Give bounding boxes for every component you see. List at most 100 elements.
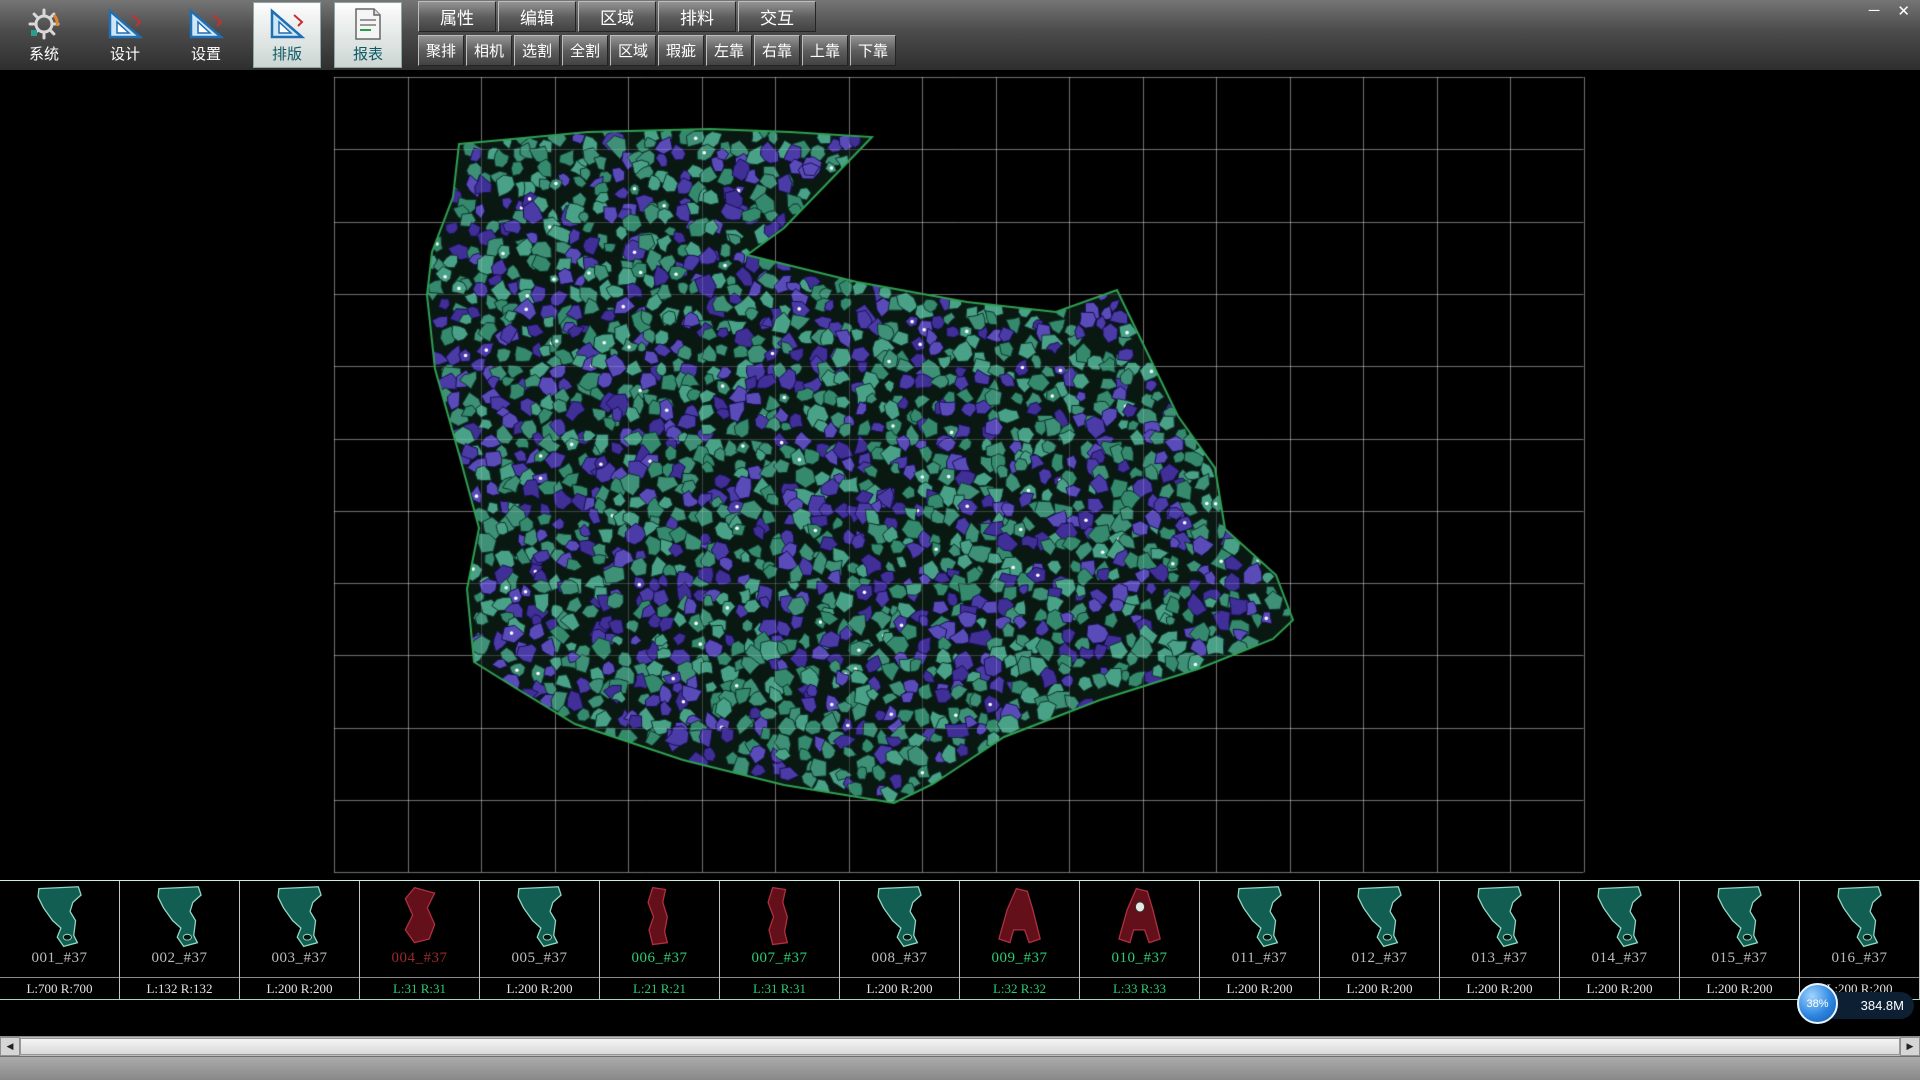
tool-button-defect[interactable]: 瑕疵 (658, 35, 704, 66)
piece-name: 008_#37 (872, 950, 928, 969)
nav-button-report[interactable]: 报表 (334, 2, 402, 68)
piece-lr-label: L:32 R:32 (960, 977, 1079, 999)
piece-name: 006_#37 (632, 950, 688, 969)
nav-button-label: 报表 (353, 43, 383, 64)
thumbnail-cell[interactable]: 013_#37L:200 R:200 (1440, 881, 1560, 999)
piece-name: 009_#37 (992, 950, 1048, 969)
thumbnail-cell[interactable]: 001_#37 L:700 R:700 (0, 881, 120, 999)
thumbnail-cell[interactable]: 015_#37 L:200 R:200 (1680, 881, 1800, 999)
thumbnail-cell[interactable]: 009_#37 L:32 R:32 (960, 881, 1080, 999)
tool-button-camera[interactable]: 相机 (466, 35, 512, 66)
triangle-icon (188, 6, 224, 42)
thumbnail-cell[interactable]: 016_#37L:200 R:200 (1800, 881, 1920, 999)
piece-lr-label: L:200 R:200 (1320, 977, 1439, 999)
piece-shape (750, 884, 810, 950)
thumbnail-cell[interactable]: 006_#37 L:21 R:21 (600, 881, 720, 999)
thumbnail-cell[interactable]: 004_#37 L:31 R:31 (360, 881, 480, 999)
piece-shape (30, 884, 90, 950)
piece-lr-label: L:33 R:33 (1080, 977, 1199, 999)
tool-button-cluster-nest[interactable]: 聚排 (418, 35, 464, 66)
scroll-left-arrow[interactable]: ◀ (0, 1037, 20, 1056)
piece-lr-label: L:21 R:21 (600, 977, 719, 999)
triangle-icon (107, 6, 143, 42)
triangle-icon (269, 6, 305, 42)
nav-button-label: 系统 (29, 43, 59, 64)
tool-button-region[interactable]: 区域 (610, 35, 656, 66)
thumbnail-cell[interactable]: 003_#37 L:200 R:200 (240, 881, 360, 999)
menu-tab-interact[interactable]: 交互 (738, 1, 816, 32)
tool-button-cut-all[interactable]: 全割 (562, 35, 608, 66)
thumbnail-cell[interactable]: 012_#37L:200 R:200 (1320, 881, 1440, 999)
nav-button-bar: 系统 设计 设置 排版 报表 (0, 0, 402, 70)
menu-stack: 属性编辑区域排料交互 聚排相机选割全割区域瑕疵左靠右靠上靠下靠 (418, 0, 896, 70)
piece-shape (150, 884, 210, 950)
piece-lr-label: L:200 R:200 (480, 977, 599, 999)
piece-name: 016_#37 (1832, 950, 1888, 969)
scroll-right-arrow[interactable]: ▶ (1900, 1037, 1920, 1056)
menu-tab-edit[interactable]: 编辑 (498, 1, 576, 32)
piece-name: 004_#37 (392, 950, 448, 969)
piece-lr-label: L:200 R:200 (1440, 977, 1559, 999)
gear-icon (27, 6, 61, 42)
horizontal-scrollbar[interactable]: ◀ ▶ (0, 1036, 1920, 1056)
nav-button-layout[interactable]: 排版 (253, 2, 321, 68)
nav-button-label: 设计 (110, 43, 140, 64)
thumbnail-cell[interactable]: 007_#37L:31 R:31 (720, 881, 840, 999)
tool-button-select-cut[interactable]: 选割 (514, 35, 560, 66)
scrollbar-thumb[interactable] (20, 1038, 1900, 1055)
status-bar (0, 1056, 1920, 1080)
nav-button-settings[interactable]: 设置 (172, 2, 240, 68)
menu-tab-nesting[interactable]: 排料 (658, 1, 736, 32)
tool-button-align-bottom[interactable]: 下靠 (850, 35, 896, 66)
nav-button-system[interactable]: 系统 (10, 2, 78, 68)
menu-tab-properties[interactable]: 属性 (418, 1, 496, 32)
thumbnail-cell[interactable]: 014_#37L:200 R:200 (1560, 881, 1680, 999)
app-window: 系统设计设置排版报表 属性编辑区域排料交互 聚排相机选割全割区域瑕疵左靠右靠上靠… (0, 0, 1920, 1080)
piece-name: 007_#37 (752, 950, 808, 969)
piece-shape (1110, 884, 1170, 950)
nav-button-design[interactable]: 设计 (91, 2, 159, 68)
progress-value: 38% (1806, 998, 1828, 1010)
doc-icon (353, 6, 383, 42)
piece-shape (510, 884, 570, 950)
progress-circle[interactable]: 38% (1797, 983, 1838, 1024)
piece-name: 003_#37 (272, 950, 328, 969)
piece-name: 002_#37 (152, 950, 208, 969)
tool-button-row: 聚排相机选割全割区域瑕疵左靠右靠上靠下靠 (418, 35, 896, 66)
main-toolbar: 系统设计设置排版报表 属性编辑区域排料交互 聚排相机选割全割区域瑕疵左靠右靠上靠… (0, 0, 1920, 70)
piece-name: 010_#37 (1112, 950, 1168, 969)
piece-lr-label: L:132 R:132 (120, 977, 239, 999)
piece-lr-label: L:200 R:200 (1200, 977, 1319, 999)
piece-lr-label: L:700 R:700 (0, 977, 119, 999)
piece-shape (1350, 884, 1410, 950)
window-controls: ─ ✕ (1869, 2, 1910, 20)
piece-name: 015_#37 (1712, 950, 1768, 969)
piece-shape (870, 884, 930, 950)
piece-lr-label: L:200 R:200 (840, 977, 959, 999)
nesting-canvas[interactable] (0, 70, 1920, 877)
piece-shape (630, 884, 690, 950)
piece-shape (1830, 884, 1890, 950)
close-button[interactable]: ✕ (1897, 2, 1910, 20)
piece-lr-label: L:31 R:31 (360, 977, 479, 999)
nav-button-label: 设置 (191, 43, 221, 64)
piece-shape (990, 884, 1050, 950)
thumbnail-cell[interactable]: 010_#37 L:33 R:33 (1080, 881, 1200, 999)
piece-lr-label: L:200 R:200 (1560, 977, 1679, 999)
nav-button-label: 排版 (272, 43, 302, 64)
menu-tab-region[interactable]: 区域 (578, 1, 656, 32)
piece-name: 001_#37 (32, 950, 88, 969)
thumbnail-cell[interactable]: 008_#37 L:200 R:200 (840, 881, 960, 999)
piece-lr-label: L:200 R:200 (240, 977, 359, 999)
piece-name: 011_#37 (1232, 950, 1287, 969)
piece-name: 005_#37 (512, 950, 568, 969)
thumbnail-cell[interactable]: 011_#37 L:200 R:200 (1200, 881, 1320, 999)
tool-button-align-top[interactable]: 上靠 (802, 35, 848, 66)
tool-button-align-right[interactable]: 右靠 (754, 35, 800, 66)
thumbnail-cell[interactable]: 005_#37 L:200 R:200 (480, 881, 600, 999)
piece-shape (1590, 884, 1650, 950)
piece-lr-label: L:200 R:200 (1680, 977, 1799, 999)
minimize-button[interactable]: ─ (1869, 2, 1880, 20)
tool-button-align-left[interactable]: 左靠 (706, 35, 752, 66)
thumbnail-cell[interactable]: 002_#37 L:132 R:132 (120, 881, 240, 999)
